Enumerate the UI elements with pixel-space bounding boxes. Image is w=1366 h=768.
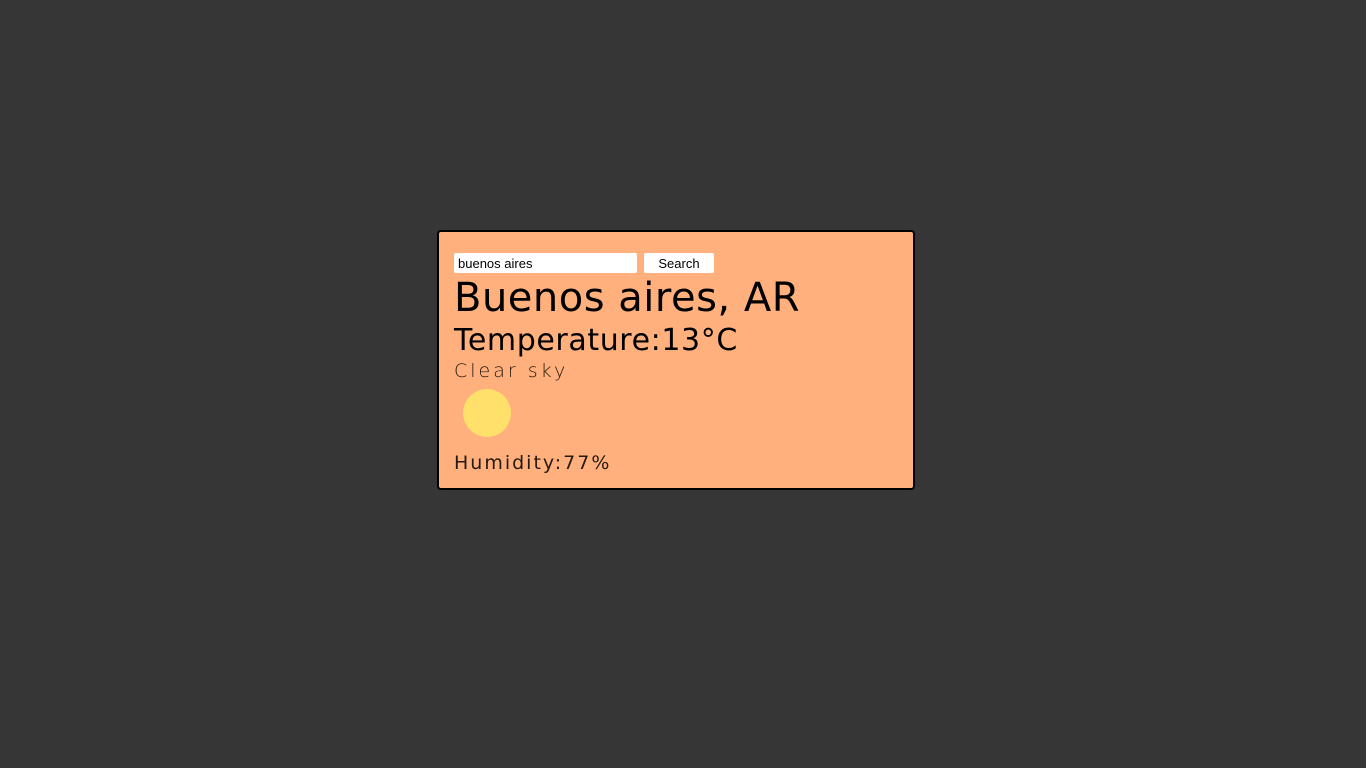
temperature-text: Temperature:13°C <box>454 323 738 358</box>
city-name: Buenos aires, AR <box>454 275 801 321</box>
weather-card: Search Buenos aires, AR Temperature:13°C… <box>437 230 915 490</box>
search-button[interactable]: Search <box>644 253 714 273</box>
sun-icon <box>463 389 511 437</box>
weather-description: Clear sky <box>454 360 569 382</box>
city-search-input[interactable] <box>454 253 637 273</box>
search-bar: Search <box>454 253 714 273</box>
humidity-text: Humidity:77% <box>454 452 612 474</box>
